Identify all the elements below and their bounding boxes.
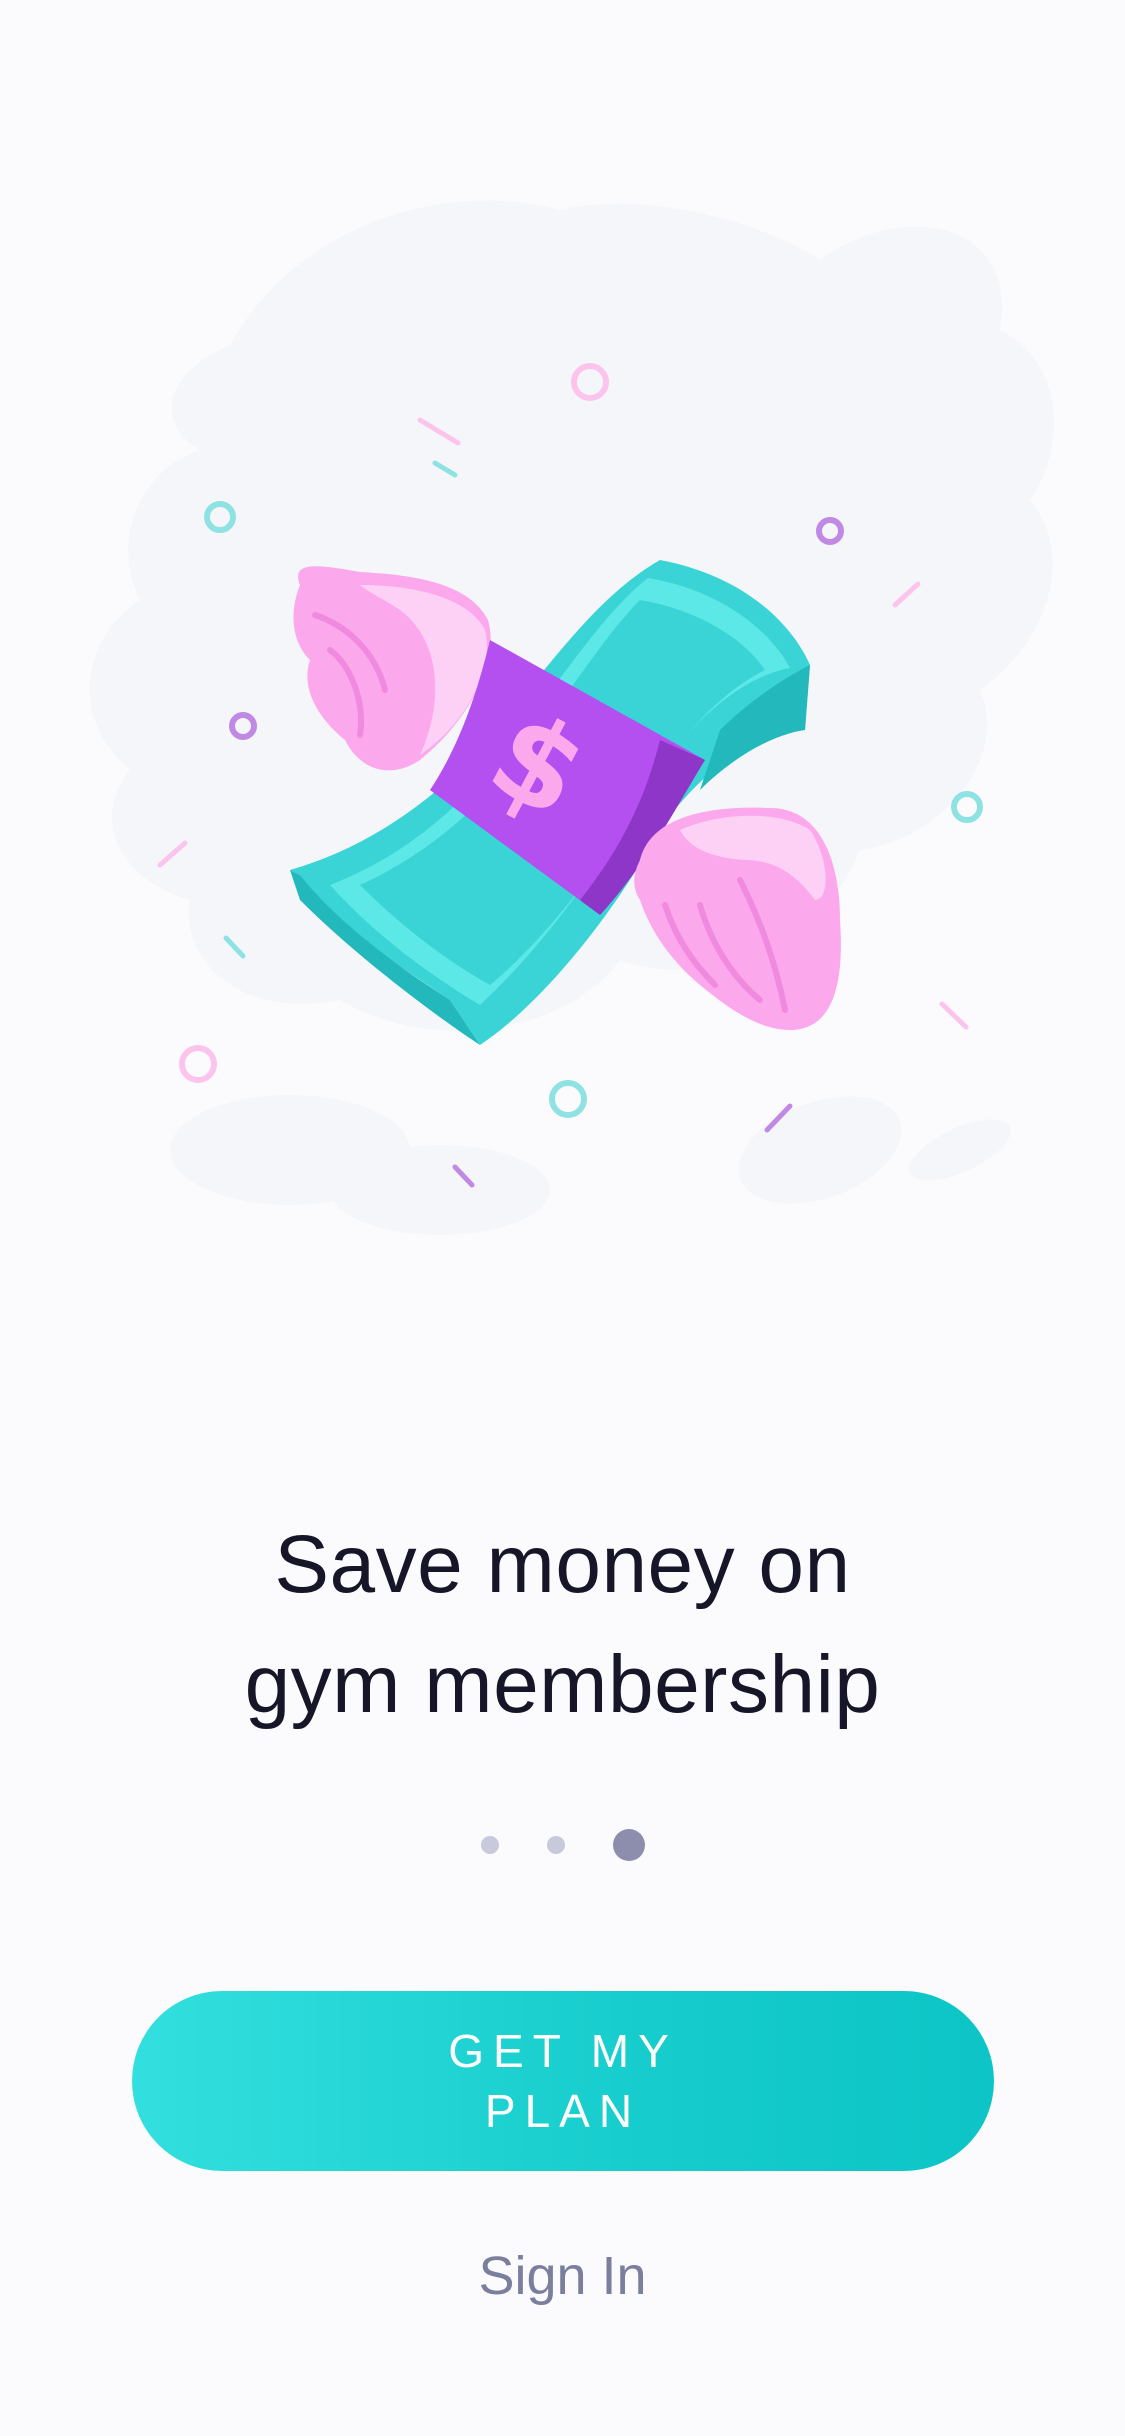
page-dot-3-active[interactable] (612, 1829, 645, 1861)
page-indicator (0, 1828, 1125, 1862)
flying-money-icon: $ (89, 200, 1054, 1235)
page-dot-2[interactable] (546, 1836, 565, 1854)
sign-in-link[interactable]: Sign In (0, 2240, 1125, 2312)
onboarding-screen: $ Save money on gym membership GET MY PL… (0, 0, 1125, 2436)
headline-line-1: Save money on (274, 1519, 851, 1610)
flying-money-illustration: $ (0, 0, 1125, 1300)
get-my-plan-button[interactable]: GET MY PLAN (132, 1991, 994, 2171)
headline-line-2: gym membership (244, 1639, 881, 1730)
onboarding-headline: Save money on gym membership (0, 1505, 1125, 1745)
page-dot-1[interactable] (480, 1836, 499, 1854)
